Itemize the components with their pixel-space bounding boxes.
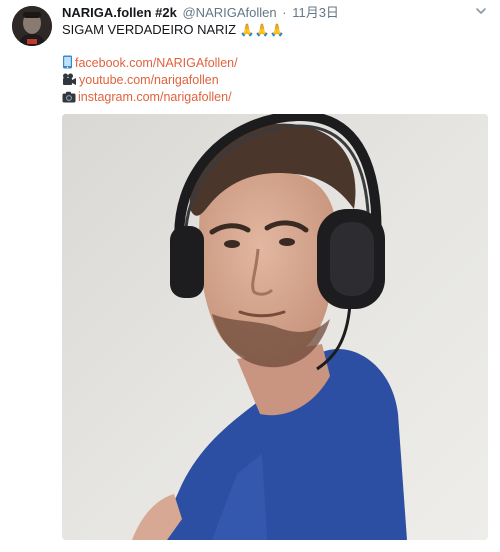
display-name[interactable]: NARIGA.follen #2k	[62, 5, 177, 20]
separator-dot: ·	[282, 5, 287, 20]
tweet-text: SIGAM VERDADEIRO NARIZ 🙏🙏🙏	[62, 22, 285, 38]
video-camera-icon	[62, 73, 77, 90]
instagram-link[interactable]: instagram.com/narigafollen/	[78, 90, 232, 104]
link-row-instagram: instagram.com/narigafollen/	[62, 89, 232, 107]
link-row-youtube: youtube.com/narigafollen	[62, 72, 219, 90]
tweet-header: NARIGA.follen #2k @NARIGAfollen · 11月3日	[62, 4, 460, 22]
camera-icon	[62, 91, 76, 107]
screen-name[interactable]: @NARIGAfollen	[182, 5, 276, 20]
youtube-link[interactable]: youtube.com/narigafollen	[79, 73, 219, 87]
link-row-facebook: facebook.com/NARIGAfollen/	[62, 55, 238, 73]
tweet-photo[interactable]	[62, 114, 488, 540]
tweet-card[interactable]: NARIGA.follen #2k @NARIGAfollen · 11月3日 …	[0, 0, 500, 552]
tweet-text-body: SIGAM VERDADEIRO NARIZ	[62, 22, 237, 37]
pray-emoji: 🙏🙏🙏	[239, 23, 285, 37]
timestamp[interactable]: 11月3日	[292, 5, 339, 20]
facebook-link[interactable]: facebook.com/NARIGAfollen/	[75, 56, 238, 70]
phone-icon	[62, 55, 73, 73]
avatar[interactable]	[12, 6, 52, 46]
chevron-down-icon[interactable]	[474, 4, 488, 18]
